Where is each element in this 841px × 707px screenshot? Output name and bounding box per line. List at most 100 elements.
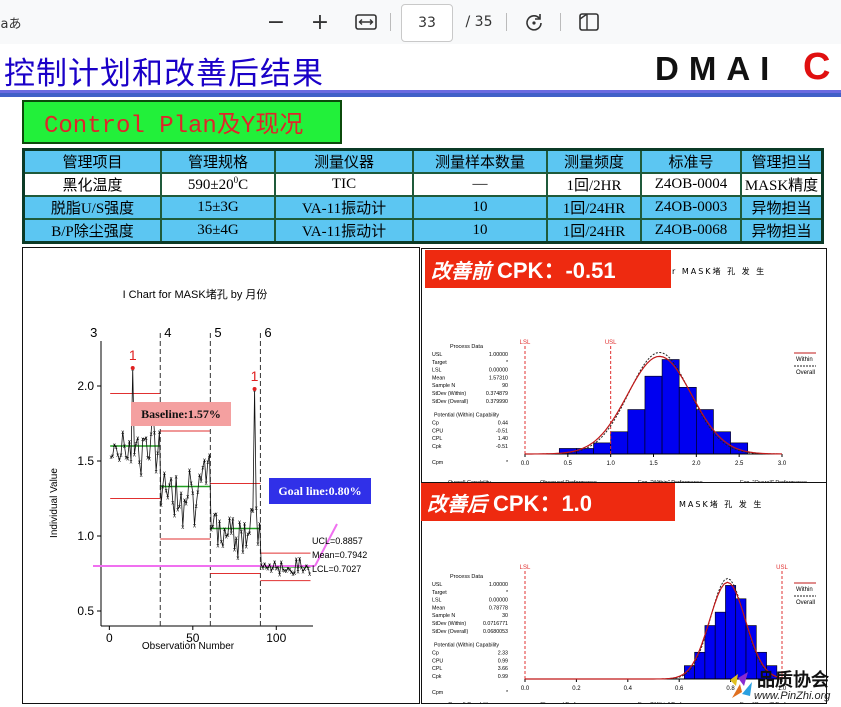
table-cell: TIC bbox=[274, 172, 414, 197]
data-point: x bbox=[163, 471, 166, 477]
zoom-out-button[interactable]: − bbox=[264, 8, 288, 36]
process-value: 1.57310 bbox=[489, 375, 508, 381]
process-label: StDev (Overall) bbox=[432, 629, 468, 635]
rotate-button[interactable] bbox=[522, 8, 546, 36]
process-label: Sample N bbox=[432, 613, 455, 619]
table-header: 测量仪器 bbox=[274, 148, 414, 174]
potential-value: * bbox=[506, 690, 508, 696]
process-value: 0.379990 bbox=[486, 399, 508, 405]
process-label: StDev (Within) bbox=[432, 621, 466, 627]
page-view-button[interactable] bbox=[577, 8, 601, 36]
cpk-after-label: 改善后 CPK：1.0 bbox=[421, 483, 675, 521]
flagged-point bbox=[130, 366, 135, 370]
data-point: x bbox=[188, 468, 191, 474]
table-cell: Z4OB-0003 bbox=[640, 195, 742, 220]
page-total: / 35 bbox=[465, 14, 493, 30]
data-point: x bbox=[223, 527, 226, 533]
process-title: Process Data bbox=[450, 574, 484, 580]
data-point: x bbox=[235, 536, 238, 542]
page-number-input[interactable]: 33 bbox=[401, 4, 453, 42]
histogram-bar bbox=[714, 611, 726, 680]
data-point: x bbox=[276, 566, 279, 572]
data-point: x bbox=[215, 512, 218, 518]
hist-tick-label: 0.0 bbox=[521, 686, 530, 692]
table-cell: 黑化温度 bbox=[22, 172, 162, 197]
data-point: x bbox=[245, 545, 248, 551]
data-point: x bbox=[178, 505, 181, 511]
language-toggle-button[interactable]: aあ bbox=[0, 8, 22, 36]
process-value: 1.00000 bbox=[489, 352, 508, 358]
ichart-ylabel: Individual Value bbox=[49, 468, 60, 538]
process-label: Sample N bbox=[432, 383, 455, 389]
process-value: 0.374879 bbox=[486, 391, 508, 397]
data-point: x bbox=[145, 436, 148, 442]
spec-unit: C bbox=[238, 177, 249, 193]
potential-title: Potential (Within) Capability bbox=[434, 413, 499, 419]
data-point: x bbox=[180, 491, 183, 497]
data-point: x bbox=[153, 431, 156, 437]
data-point: x bbox=[170, 476, 173, 482]
flag-label: 1 bbox=[251, 368, 259, 384]
cpk-before-value: CPK：-0.51 bbox=[497, 258, 616, 283]
data-point: x bbox=[135, 442, 138, 448]
potential-label: Cpk bbox=[432, 444, 442, 450]
process-value: 90 bbox=[502, 383, 508, 389]
hist-tick-label: 0.5 bbox=[564, 461, 573, 467]
table-cell: 15±3G bbox=[160, 195, 276, 220]
data-point: x bbox=[166, 495, 169, 501]
table-header-row: 管理项目 管理规格 测量仪器 测量样本数量 测量频度 标准号 管理担当 bbox=[22, 148, 824, 174]
usl-label: USL bbox=[776, 565, 788, 571]
hist-tick-label: 0.4 bbox=[624, 686, 633, 692]
data-point: x bbox=[236, 556, 239, 562]
data-point: x bbox=[240, 529, 243, 535]
histogram-bar bbox=[696, 409, 714, 455]
histogram-bar bbox=[661, 359, 680, 455]
data-point: x bbox=[208, 453, 211, 459]
viewer-toolbar: aあ − + 33 / 35 bbox=[0, 0, 841, 45]
process-value: 0.00000 bbox=[489, 368, 508, 374]
hist-tick-label: 2.0 bbox=[692, 461, 701, 467]
potential-label: CPU bbox=[432, 428, 443, 434]
ucl-label: UCL=0.8857 bbox=[312, 536, 363, 546]
process-value: 1.00000 bbox=[489, 582, 508, 588]
page-view-icon bbox=[579, 13, 599, 31]
watermark-url: www.PinZhi.org bbox=[754, 690, 831, 702]
potential-value: 0.44 bbox=[498, 421, 508, 427]
slide-title: 控制计划和改善后结果 bbox=[4, 56, 324, 92]
potential-label: Cpm bbox=[432, 460, 444, 466]
data-point: x bbox=[308, 572, 311, 578]
flag-label: 1 bbox=[129, 347, 137, 363]
process-value: 0.78778 bbox=[489, 605, 508, 611]
data-point: x bbox=[185, 502, 188, 508]
dmaic-label: DMAI bbox=[655, 50, 780, 87]
legend-overall: Overall bbox=[796, 370, 815, 376]
process-label: Target bbox=[432, 360, 447, 366]
data-point: x bbox=[230, 531, 233, 537]
usl-label: USL bbox=[605, 340, 617, 346]
table-header: 管理项目 bbox=[22, 148, 162, 174]
potential-label: CPL bbox=[432, 666, 442, 672]
lsl-label: LSL bbox=[520, 340, 531, 346]
hist-tick-label: 2.5 bbox=[735, 461, 744, 467]
fit-width-button[interactable] bbox=[353, 8, 379, 36]
y-tick-label: 1.0 bbox=[77, 529, 94, 543]
rotate-icon bbox=[526, 14, 542, 31]
zoom-in-button[interactable]: + bbox=[308, 8, 332, 36]
data-point: x bbox=[195, 504, 198, 510]
table-cell: Z4OB-0004 bbox=[640, 172, 742, 197]
potential-value: 3.66 bbox=[498, 666, 508, 672]
ichart-title: I Chart for MASK堵孔 by 月份 bbox=[123, 287, 268, 301]
dmaic-c-letter: C bbox=[803, 46, 831, 88]
data-point: x bbox=[211, 524, 214, 530]
mean-label: Mean=0.7942 bbox=[312, 550, 367, 560]
potential-label: Cp bbox=[432, 651, 439, 657]
data-point: x bbox=[193, 524, 196, 530]
data-point: x bbox=[158, 430, 161, 436]
legend-within: Within bbox=[796, 357, 813, 363]
toolbar-divider bbox=[390, 13, 391, 31]
data-point: x bbox=[173, 514, 176, 520]
toolbar-divider bbox=[506, 13, 507, 31]
process-value: * bbox=[506, 590, 508, 596]
table-header: 测量样本数量 bbox=[412, 148, 548, 174]
potential-value: -0.51 bbox=[496, 428, 508, 434]
